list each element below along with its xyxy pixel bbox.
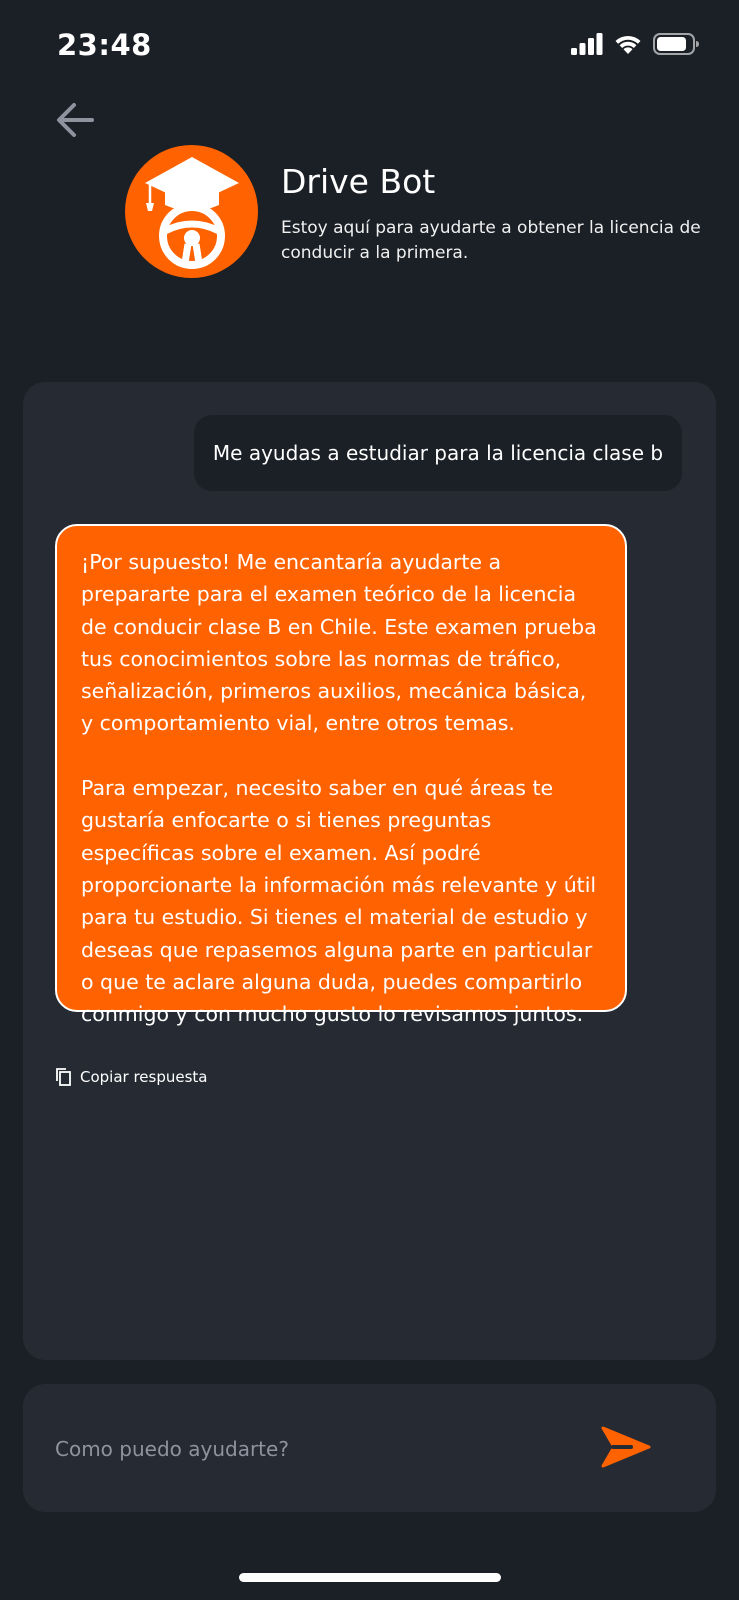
status-icons (571, 33, 699, 55)
bot-message-paragraph: Para empezar, necesito saber en qué área… (81, 776, 597, 1027)
bot-message-bubble: ¡Por supuesto! Me encantaría ayudarte a … (55, 524, 627, 1026)
battery-icon (653, 33, 699, 55)
message-input-bar (23, 1384, 716, 1512)
status-time: 23:48 (57, 28, 152, 62)
arrow-left-icon[interactable] (52, 96, 98, 142)
bot-message-paragraph: ¡Por supuesto! Me encantaría ayudarte a … (81, 550, 597, 736)
user-message-bubble: Me ayudas a estudiar para la licencia cl… (194, 415, 682, 491)
home-indicator[interactable] (239, 1573, 501, 1582)
wifi-icon (615, 35, 641, 54)
signal-icon (571, 33, 603, 55)
bot-name: Drive Bot (281, 162, 436, 201)
copy-response-label: Copiar respuesta (80, 1067, 208, 1086)
bot-description: Estoy aquí para ayudarte a obtener la li… (281, 218, 701, 263)
send-icon[interactable] (601, 1424, 651, 1470)
copy-icon (56, 1068, 71, 1086)
status-bar: 23:48 (0, 0, 739, 95)
message-input[interactable] (53, 1418, 577, 1480)
bot-avatar (125, 145, 258, 278)
chat-panel: Me ayudas a estudiar para la licencia cl… (23, 382, 716, 1360)
copy-response-button[interactable]: Copiar respuesta (55, 1067, 208, 1086)
graduation-cap-steering-wheel-icon (145, 157, 239, 269)
